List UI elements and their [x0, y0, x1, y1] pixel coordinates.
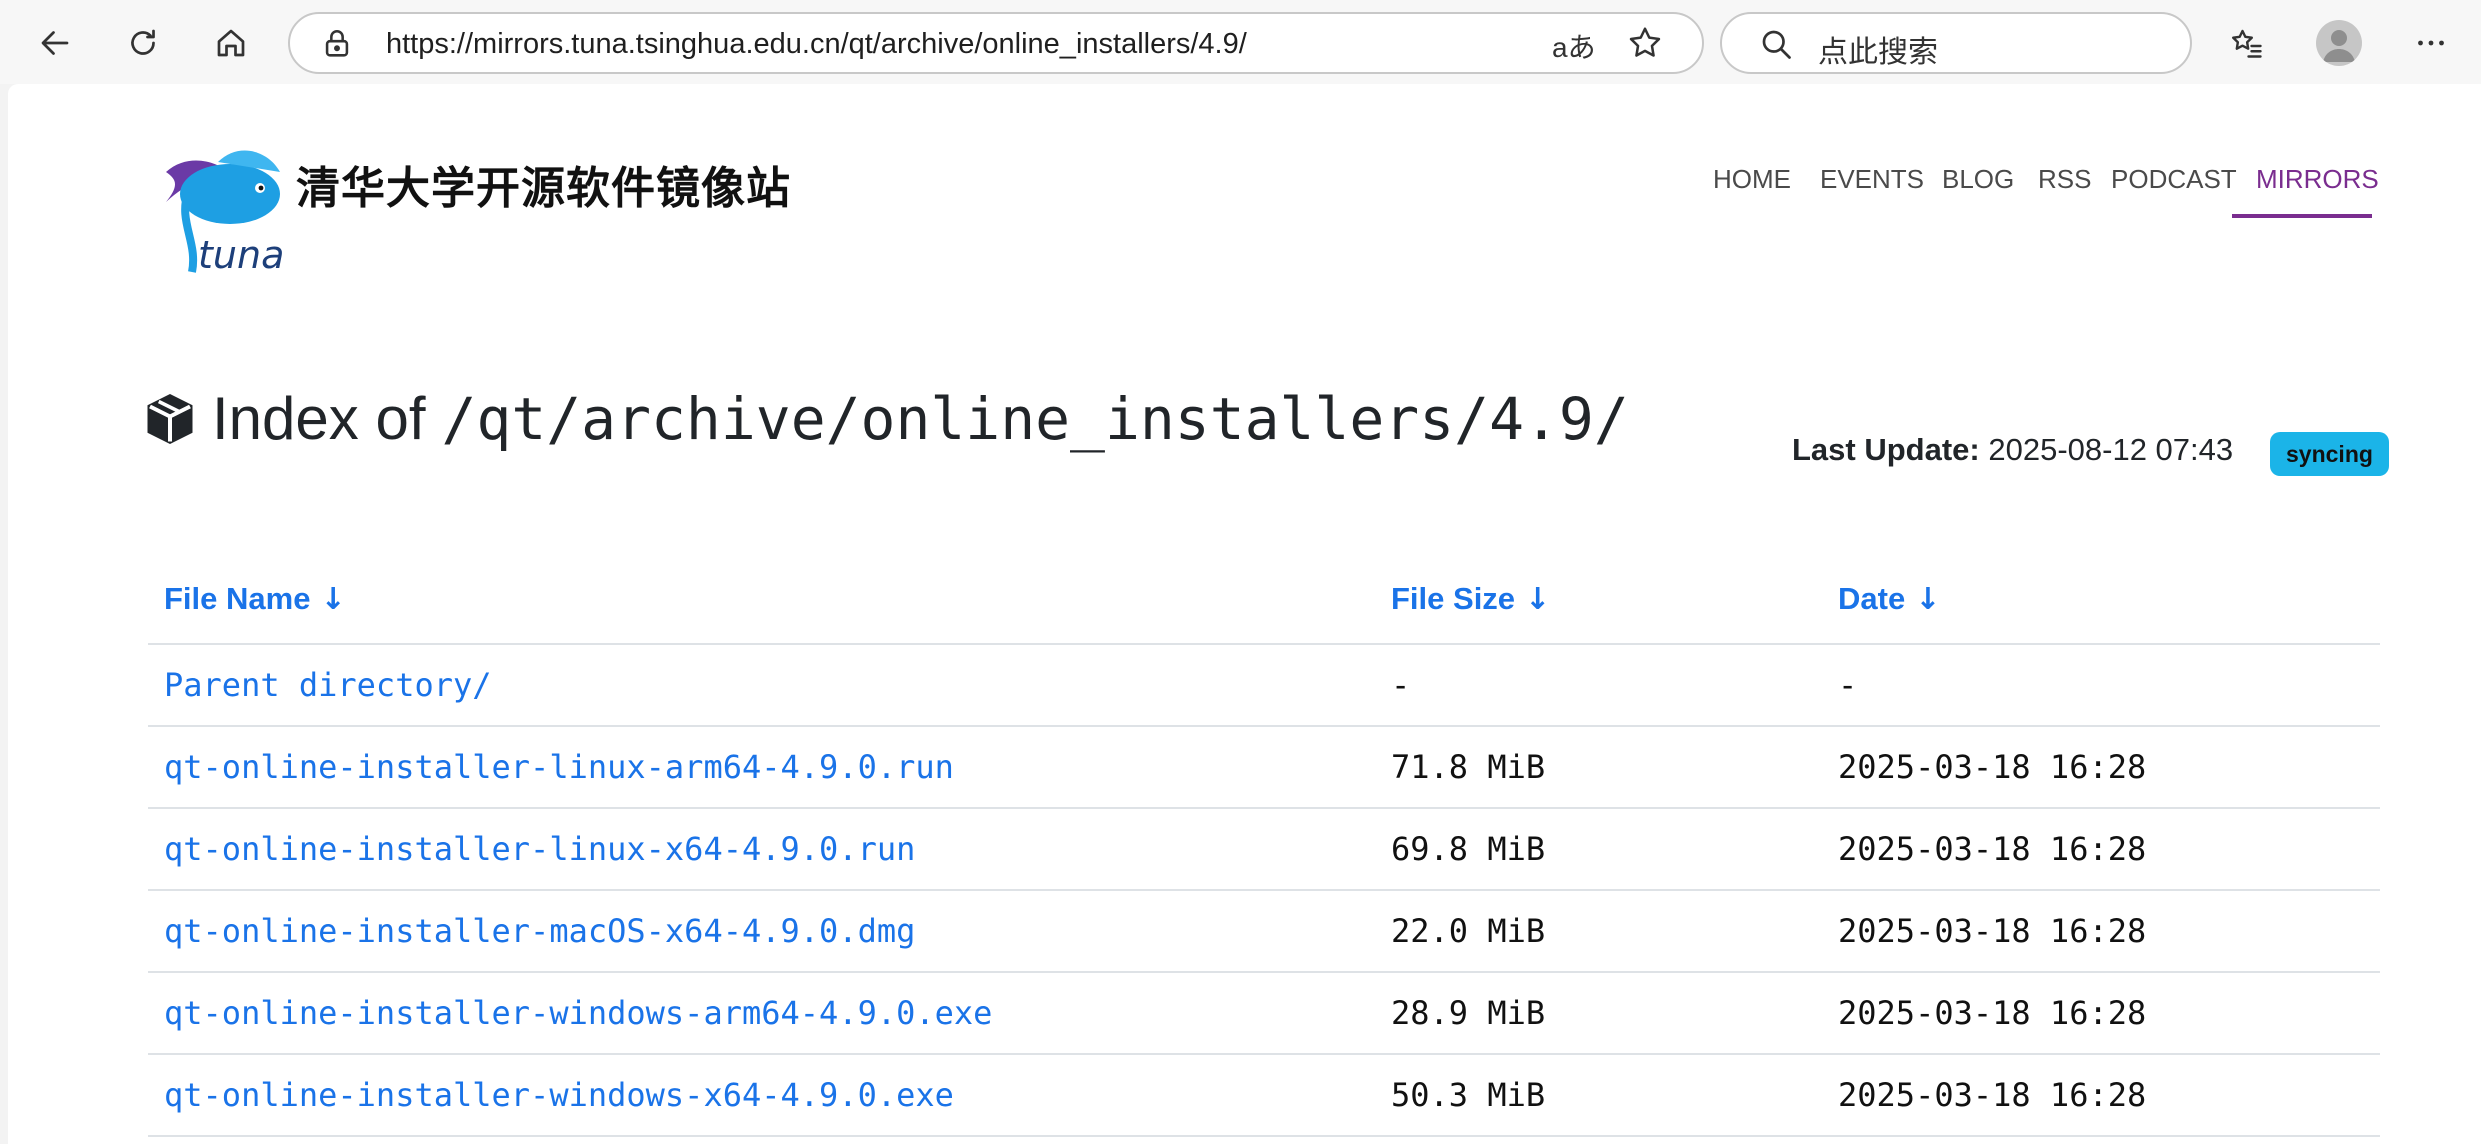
nav-blog[interactable]: BLOG — [1942, 164, 2014, 195]
file-date: - — [1822, 644, 2380, 727]
lock-icon[interactable] — [320, 27, 354, 61]
index-label: Index of — [212, 385, 426, 452]
sort-by-size-header[interactable]: File Size ↓ — [1375, 554, 1822, 645]
file-size: 50.3 MiB — [1375, 1054, 1822, 1137]
header-size-label[interactable]: File Size — [1391, 581, 1515, 616]
file-size: 71.8 MiB — [1375, 726, 1822, 809]
file-date: 2025-03-18 16:28 — [1822, 808, 2380, 891]
table-row: Parent directory/ - - — [148, 644, 2380, 727]
last-update-value: 2025-08-12 07:43 — [1988, 432, 2234, 467]
back-button[interactable] — [28, 16, 82, 70]
table-row: qt-online-installer-linux-x64-4.9.0.run … — [148, 808, 2380, 891]
favorites-button[interactable] — [2220, 16, 2274, 70]
file-size: 69.8 MiB — [1375, 808, 1822, 891]
header-name-label[interactable]: File Name — [164, 581, 310, 616]
nav-home[interactable]: HOME — [1713, 164, 1791, 195]
back-arrow-icon — [41, 31, 69, 55]
file-size: 22.0 MiB — [1375, 890, 1822, 973]
file-size: - — [1375, 644, 1822, 727]
sort-by-date-header[interactable]: Date ↓ — [1822, 554, 2380, 645]
table-row: qt-online-installer-windows-arm64-4.9.0.… — [148, 972, 2380, 1055]
refresh-icon — [131, 29, 155, 55]
file-date: 2025-03-18 16:28 — [1822, 1054, 2380, 1137]
nav-rss[interactable]: RSS — [2038, 164, 2091, 195]
nav-active-underline — [2232, 214, 2372, 218]
sort-arrow-icon[interactable]: ↓ — [320, 582, 345, 617]
favorite-star-icon[interactable] — [1626, 24, 1664, 62]
search-placeholder[interactable]: 点此搜索 — [1818, 27, 1938, 71]
file-link[interactable]: qt-online-installer-linux-arm64-4.9.0.ru… — [164, 748, 954, 786]
package-box-icon — [147, 393, 193, 444]
table-row: qt-online-installer-linux-arm64-4.9.0.ru… — [148, 726, 2380, 809]
file-size: 28.9 MiB — [1375, 972, 1822, 1055]
nav-mirrors[interactable]: MIRRORS — [2256, 164, 2379, 195]
file-listing-table: File Name ↓ File Size ↓ Date ↓ Parent direc… — [148, 554, 2380, 1137]
tuna-logo[interactable]: tuna — [148, 132, 288, 282]
search-icon — [1762, 30, 1791, 59]
nav-podcast[interactable]: PODCAST — [2111, 164, 2237, 195]
sort-arrow-icon[interactable]: ↓ — [1915, 582, 1940, 617]
file-link[interactable]: qt-online-installer-windows-x64-4.9.0.ex… — [164, 1076, 954, 1114]
more-dots-icon — [2418, 40, 2444, 46]
logo-text: tuna — [198, 233, 284, 277]
search-box[interactable]: 点此搜索 — [1720, 12, 2192, 74]
file-link[interactable]: qt-online-installer-windows-arm64-4.9.0.… — [164, 994, 992, 1032]
browser-toolbar: https://mirrors.tuna.tsinghua.edu.cn/qt/… — [0, 0, 2481, 84]
sort-by-name-header[interactable]: File Name ↓ — [148, 554, 1375, 645]
file-date: 2025-03-18 16:28 — [1822, 972, 2380, 1055]
read-aloud-icon[interactable]: aあ — [1552, 26, 1596, 66]
sort-arrow-icon[interactable]: ↓ — [1525, 582, 1550, 617]
favorites-list-icon — [2232, 29, 2262, 58]
file-link[interactable]: qt-online-installer-linux-x64-4.9.0.run — [164, 830, 915, 868]
profile-avatar[interactable] — [2316, 20, 2362, 66]
last-update-label: Last Update: — [1792, 432, 1980, 467]
file-date: 2025-03-18 16:28 — [1822, 890, 2380, 973]
refresh-button[interactable] — [116, 16, 170, 70]
table-header-row: File Name ↓ File Size ↓ Date ↓ — [148, 554, 2380, 645]
index-path: /qt/archive/online_installers/4.9/ — [441, 384, 1629, 453]
url-text[interactable]: https://mirrors.tuna.tsinghua.edu.cn/qt/… — [386, 28, 1247, 61]
address-bar[interactable]: https://mirrors.tuna.tsinghua.edu.cn/qt/… — [288, 12, 1704, 74]
more-button[interactable] — [2404, 16, 2458, 70]
status-badge: syncing — [2270, 432, 2389, 476]
file-link[interactable]: qt-online-installer-macOS-x64-4.9.0.dmg — [164, 912, 915, 950]
page-content: tuna 清华大学开源软件镜像站 HOME EVENTS BLOG RSS PO… — [8, 84, 2481, 1144]
page-title: Index of /qt/archive/online_installers/4… — [140, 384, 1629, 453]
site-title[interactable]: 清华大学开源软件镜像站 — [296, 152, 791, 216]
home-button[interactable] — [204, 16, 258, 70]
table-row: qt-online-installer-macOS-x64-4.9.0.dmg … — [148, 890, 2380, 973]
file-date: 2025-03-18 16:28 — [1822, 726, 2380, 809]
parent-directory-link[interactable]: Parent directory/ — [164, 666, 492, 704]
header-date-label[interactable]: Date — [1838, 581, 1905, 616]
nav-events[interactable]: EVENTS — [1820, 164, 1924, 195]
table-row: qt-online-installer-windows-x64-4.9.0.ex… — [148, 1054, 2380, 1137]
user-icon — [2323, 30, 2355, 62]
last-update: Last Update: 2025-08-12 07:43 — [1792, 432, 2233, 468]
home-icon — [217, 29, 245, 57]
